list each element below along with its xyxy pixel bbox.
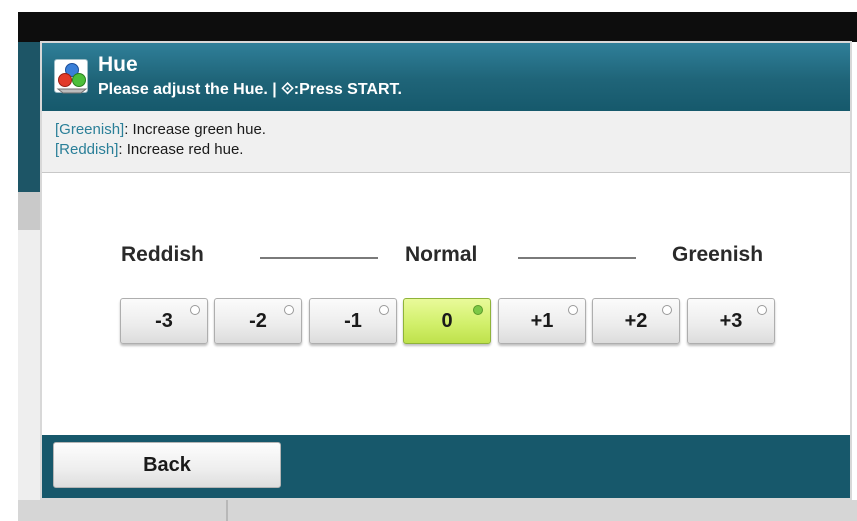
hue-minus-2-button[interactable]: -2 [214,298,302,344]
scale-label-normal: Normal [405,243,478,266]
scale-label-reddish: Reddish [121,243,204,266]
scale-line-right [518,257,636,259]
button-label: +2 [624,310,648,332]
button-label: -2 [249,310,267,332]
background-bottom-strip [18,500,857,521]
back-button[interactable]: Back [53,442,281,488]
info-key-greenish: [Greenish] [55,121,125,138]
info-text-greenish: : Increase green hue. [124,121,266,138]
top-bar [18,12,857,42]
scale-line-left [260,257,378,259]
info-line-reddish: [Reddish]: Increase red hue. [55,140,850,160]
hue-dialog: Hue Please adjust the Hue. | ⟐:Press STA… [40,41,852,500]
radio-indicator-icon [757,305,767,315]
info-text-reddish: : Increase red hue. [118,141,244,158]
radio-indicator-icon [379,305,389,315]
button-label: -1 [344,310,362,332]
button-label: -3 [155,310,173,332]
info-line-greenish: [Greenish]: Increase green hue. [55,120,850,140]
dialog-header: Hue Please adjust the Hue. | ⟐:Press STA… [42,43,850,111]
radio-selected-icon [473,305,483,315]
hue-adjust-area: Reddish Normal Greenish -3 -2 -1 0 +1 +2… [42,173,850,435]
dialog-footer: Back [42,435,850,498]
button-label: +1 [530,310,554,332]
hue-plus-1-button[interactable]: +1 [498,298,586,344]
button-label: +3 [719,310,743,332]
dialog-title: Hue [98,53,138,76]
scale-label-greenish: Greenish [672,243,764,266]
hue-plus-3-button[interactable]: +3 [687,298,775,344]
button-label: 0 [441,310,453,332]
info-key-reddish: [Reddish] [55,141,119,158]
radio-indicator-icon [568,305,578,315]
hue-plus-2-button[interactable]: +2 [592,298,680,344]
hue-minus-3-button[interactable]: -3 [120,298,208,344]
info-panel: [Greenish]: Increase green hue. [Reddish… [42,111,850,173]
device-screen: Hue Please adjust the Hue. | ⟐:Press STA… [0,0,857,521]
background-divider [226,500,228,521]
hue-minus-1-button[interactable]: -1 [309,298,397,344]
background-panel-strip [18,42,40,512]
dialog-subtitle: Please adjust the Hue. | ⟐:Press START. [98,81,402,98]
hue-0-button[interactable]: 0 [403,298,491,344]
color-circles-icon [54,59,88,94]
radio-indicator-icon [662,305,672,315]
radio-indicator-icon [190,305,200,315]
radio-indicator-icon [284,305,294,315]
